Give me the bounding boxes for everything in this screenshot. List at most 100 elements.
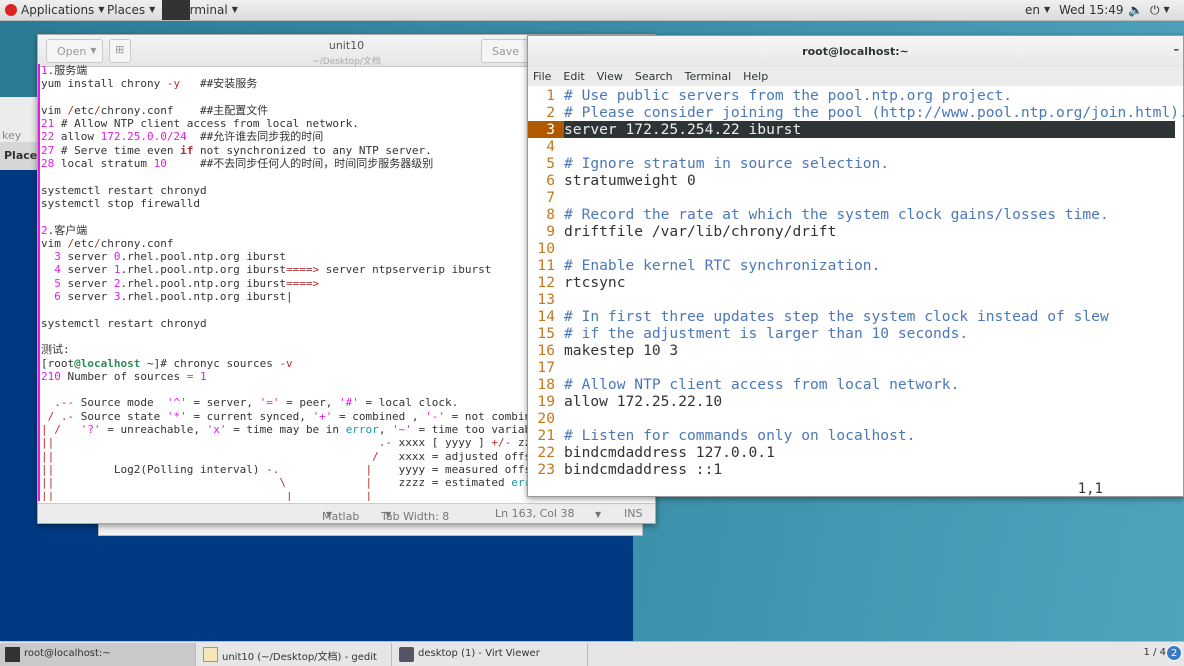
clock[interactable]: Wed 15:49 [1059,3,1124,17]
chevron-down-icon: ▼ [98,5,105,14]
applications-menu[interactable]: Applications ▼ [21,3,104,17]
text-segment: || [41,462,55,476]
line-text: rtcsync [564,274,626,291]
text-segment: 3 [41,250,61,264]
text-segment: '^' [166,396,187,410]
line-number: 13 [537,291,555,308]
text-segment: [root [41,356,75,370]
save-button[interactable]: Save [481,39,531,63]
text-segment: # Allow NTP client access from local net… [54,117,359,131]
line-number: 14 [537,308,555,325]
redhat-logo-icon [5,4,17,16]
text-segment [41,410,48,423]
terminal-window: root@localhost:~ – File Edit View Search Ter… [527,35,1184,497]
text-segment: ~]# chronyc sources [140,356,280,370]
text-segment: / .- [47,409,75,423]
menu-view[interactable]: View [597,70,623,83]
text-segment: = combined , [332,409,426,423]
line-text: # Use public servers from the pool.ntp.o… [564,87,1013,104]
text-segment [54,476,279,489]
task-label: unit10 (~/Desktop/文档) - gedit [222,652,377,663]
background-window-places: Places [0,142,44,170]
vim-line: 16 makestep 10 3 [528,342,1183,359]
task-label: desktop (1) - Virt Viewer [418,648,540,659]
text-segment: 22 [41,130,55,144]
minimize-button[interactable]: – [1174,43,1180,56]
text-segment: +/- [491,436,512,450]
task-label: root@localhost:~ [24,648,111,659]
terminal-app-menu[interactable]: Terminal ▼ [177,3,238,17]
text-segment: .rhel.pool.ntp.org iburst| [120,290,293,304]
vim-line: 14 # In first three updates step the syst… [528,308,1183,325]
vim-line: 9 driftfile /var/lib/chrony/drift [528,223,1183,240]
vim-line: 23 bindcmdaddress ::1 [528,461,1183,478]
line-number: 19 [537,393,555,410]
text-segment: allow [54,130,101,144]
text-segment: if [180,143,194,157]
line-text: # Listen for commands only on localhost. [564,427,916,444]
line-text: # Record the rate at which the system cl… [564,206,1109,223]
applications-label: Applications [21,3,95,17]
vim-line: 15 # if the adjustment is larger than 10 … [528,325,1183,342]
text-segment: || [41,476,55,490]
notification-badge[interactable]: 2 [1166,645,1182,661]
terminal-content[interactable]: 1 # Use public servers from the pool.ntp.… [528,86,1184,478]
text-segment: 6 [41,290,61,304]
text-segment: ##不去同步任何人的时间，时间同步服务器级别 [166,157,434,171]
text-segment: 27 [41,143,55,157]
line-text: driftfile /var/lib/chrony/drift [564,223,837,240]
line-number: 3 [528,121,564,138]
text-segment: Number of sources [60,369,187,383]
line-number: 9 [546,223,555,240]
vim-line: 1 # Use public servers from the pool.ntp.… [528,87,1183,104]
background-window-key-label: key [2,129,22,142]
task-terminal[interactable]: root@localhost:~ [0,643,196,666]
text-segment: 4 [41,263,61,277]
terminal-icon [5,647,20,662]
language-selector[interactable]: en ▼ [1025,3,1050,17]
menu-terminal[interactable]: Terminal [685,70,732,83]
text-segment: -v [279,356,293,370]
vim-cursor-position: 1,1 [1077,481,1103,497]
chevron-down-icon: ▼ [149,5,156,14]
task-virt-viewer[interactable]: desktop (1) - Virt Viewer [394,643,588,666]
background-window: key Places [0,97,44,170]
line-number: 4 [546,138,555,155]
workspace-indicator[interactable]: 1 / 4 [1144,647,1166,658]
vim-line: 8 # Record the rate at which the system c… [528,206,1183,223]
volume-muted-icon[interactable]: 🔈 [1128,3,1143,17]
menu-search[interactable]: Search [635,70,673,83]
vim-line: 18 # Allow NTP client access from local n… [528,376,1183,393]
text-segment: Source mode [74,396,167,410]
text-segment: '~' [392,423,412,437]
line-text: # Allow NTP client access from local net… [564,376,960,393]
text-segment: .客户端 [47,223,88,237]
text-segment: = server, [186,396,260,410]
menu-file[interactable]: File [533,70,551,83]
text-segment: || [41,449,55,463]
text-segment: '*' [166,409,187,423]
menu-edit[interactable]: Edit [563,70,584,83]
text-segment [61,423,81,436]
line-number: 7 [546,189,555,206]
text-segment: xxxx = adjusted offset, [378,449,551,463]
text-segment: = time may be in [226,423,346,437]
text-segment: || [41,489,55,502]
text-segment: 21 [41,117,55,131]
task-gedit[interactable]: unit10 (~/Desktop/文档) - gedit [198,643,392,666]
text-segment: server [60,250,114,264]
text-segment: etc [74,103,94,117]
text-segment: chrony.conf ##主配置文件 [100,103,269,117]
power-icon[interactable]: ⏻ ▼ [1150,3,1170,18]
vim-line: 22 bindcmdaddress 127.0.0.1 [528,444,1183,461]
menu-help[interactable]: Help [743,70,768,83]
text-segment: / [94,236,101,250]
chevron-down-icon: ▼ [595,510,602,519]
line-number: 1 [546,87,555,104]
terminal-menu-label: Terminal [177,3,228,17]
text-segment: -. [266,462,280,476]
vim-line: 10 [528,240,1183,257]
text-segment [286,476,365,489]
places-menu[interactable]: Places ▼ [107,3,155,17]
text-segment: 2 [41,223,48,237]
